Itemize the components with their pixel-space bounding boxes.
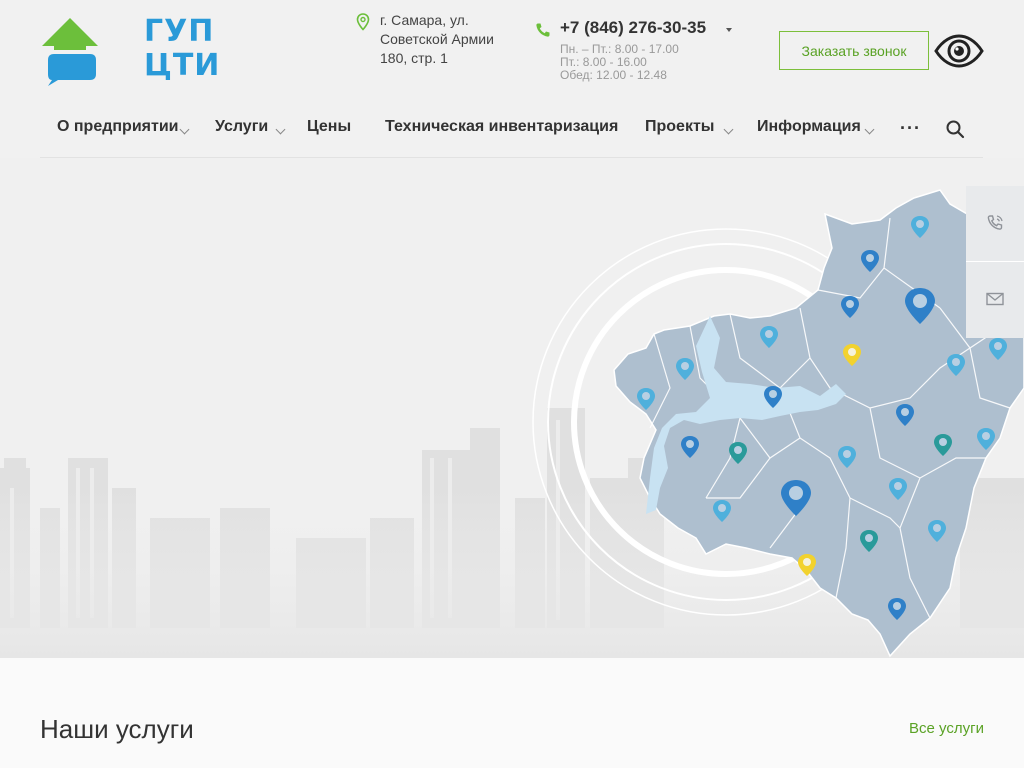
nav-item-inventory[interactable]: Техническая инвентаризация <box>385 118 618 136</box>
nav-item-projects[interactable]: Проекты <box>645 118 714 136</box>
hours-line: Обед: 12.00 - 12.48 <box>560 68 667 82</box>
working-hours: Пн. – Пт.: 8.00 - 17.00 Пт.: 8.00 - 16.0… <box>560 43 679 82</box>
chevron-down-icon[interactable] <box>864 124 875 135</box>
site-logo[interactable]: ГУП ЦТИ <box>40 14 219 86</box>
chevron-down-icon[interactable] <box>179 124 190 135</box>
chevron-down-icon[interactable] <box>275 124 286 135</box>
eye-icon[interactable] <box>933 34 985 68</box>
phone-dropdown-caret-icon[interactable] <box>726 28 732 32</box>
logo-line-1: ГУП <box>144 14 215 49</box>
nav-item-info[interactable]: Информация <box>757 118 861 136</box>
side-contact-panel <box>966 186 1024 338</box>
nav-item-services[interactable]: Услуги <box>215 118 268 136</box>
map-pin-icon <box>356 13 370 31</box>
section-title: Наши услуги <box>40 714 194 744</box>
phone-number[interactable]: +7 (846) 276-30-35 <box>560 18 706 38</box>
region-map <box>532 189 1024 658</box>
mail-icon[interactable] <box>985 289 1005 309</box>
more-menu-icon[interactable]: ··· <box>900 118 921 139</box>
hero-banner <box>0 158 1024 658</box>
order-call-button[interactable]: Заказать звонок <box>779 31 929 70</box>
divider <box>966 261 1024 262</box>
search-icon[interactable] <box>945 119 965 139</box>
house-logo-icon <box>42 18 98 86</box>
phone-icon <box>536 23 550 37</box>
address-text: г. Самара, ул. Советской Армии 180, стр.… <box>380 12 494 66</box>
all-services-link[interactable]: Все услуги <box>909 720 984 737</box>
nav-item-about[interactable]: О предприятии <box>57 118 179 136</box>
site-header: ГУП ЦТИ г. Самара, ул. Советской Армии 1… <box>0 0 1024 158</box>
chevron-down-icon[interactable] <box>723 124 734 135</box>
main-nav: О предприятии Услуги Цены Техническая ин… <box>40 110 983 158</box>
phone-call-icon[interactable] <box>985 213 1005 233</box>
nav-item-prices[interactable]: Цены <box>307 118 351 136</box>
logo-line-2: ЦТИ <box>144 48 221 83</box>
services-section: Наши услуги Все услуги <box>0 658 1024 768</box>
